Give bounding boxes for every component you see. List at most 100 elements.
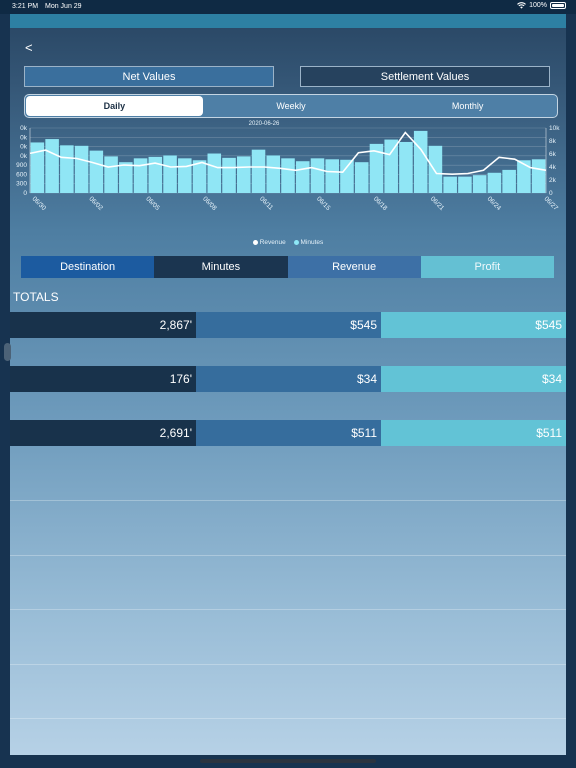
chart-bar — [487, 172, 502, 193]
tab-minutes[interactable]: Minutes — [154, 256, 288, 278]
chart-left-tick: 0k — [20, 153, 28, 160]
chart-bar — [119, 162, 133, 193]
totals-heading: TOTALS — [13, 290, 59, 304]
chart-bar — [443, 176, 457, 193]
list-divider — [10, 664, 566, 665]
legend-revenue: Revenue — [252, 239, 286, 246]
column-tabs: Destination Minutes Revenue Profit — [21, 256, 554, 278]
chart-left-tick: 0k — [20, 144, 28, 151]
chart-right-tick: 4k — [549, 164, 557, 171]
chart-bar — [89, 150, 104, 193]
tab-revenue[interactable]: Revenue — [287, 256, 421, 278]
list-divider — [10, 609, 566, 610]
chart-x-label: 06/08 — [201, 195, 218, 212]
chart-left-tick: 600 — [16, 171, 27, 178]
chart-bar — [266, 155, 281, 193]
list-divider — [10, 555, 566, 556]
period-selector: Daily Weekly Monthly — [24, 94, 558, 118]
chart-right-tick: 0 — [549, 190, 553, 197]
chart-bar — [163, 155, 177, 193]
chart-bar — [458, 176, 472, 193]
chart-left-tick: 0 — [23, 190, 27, 197]
chart-bar — [281, 158, 295, 193]
chart-x-label: 06/05 — [144, 195, 161, 212]
chart-bar — [104, 156, 118, 193]
status-time: 3:21 PM — [12, 3, 39, 10]
chart-x-label: 06/02 — [87, 195, 104, 212]
chart-bar — [207, 153, 222, 193]
status-right: 100% — [517, 2, 566, 9]
app-content: < Net Values Settlement Values Daily Wee… — [10, 28, 566, 755]
chart-bar — [502, 169, 516, 193]
status-date: Mon Jun 29 — [45, 3, 82, 10]
revenue-dot-icon — [252, 240, 258, 245]
net-values-button[interactable]: Net Values — [24, 66, 274, 87]
chart-bar — [251, 149, 266, 193]
row-revenue: $511 — [196, 420, 381, 446]
legend-minutes: Minutes — [293, 239, 323, 246]
row-minutes: 2,867' — [10, 312, 196, 338]
chart-bar — [60, 145, 74, 193]
row-profit: $34 — [381, 366, 566, 392]
chart-bar — [222, 157, 236, 193]
chart-left-tick: 0k — [20, 134, 28, 141]
chart-legend: Revenue Minutes — [10, 239, 566, 247]
chart-bar — [325, 159, 339, 193]
battery-percent: 100% — [529, 2, 547, 9]
back-button[interactable]: < — [25, 40, 33, 55]
row-minutes: 176' — [10, 366, 196, 392]
chart-bar — [428, 145, 443, 193]
chart-right-tick: 6k — [549, 151, 557, 158]
chart-bar — [45, 139, 59, 193]
chart-bar — [192, 160, 207, 193]
chart-bar — [354, 162, 369, 193]
table-row[interactable]: 176' $34 $34 — [10, 366, 566, 392]
chart-bar — [148, 156, 163, 193]
chart-bar — [399, 141, 413, 193]
tab-monthly[interactable]: Monthly — [379, 96, 556, 116]
chart-bar — [413, 130, 428, 193]
chart-left-tick: 0k — [20, 125, 28, 132]
chart-x-label: 06/15 — [315, 195, 332, 212]
chart-x-label: 06/18 — [372, 195, 389, 212]
chart-x-label: 06/24 — [486, 195, 503, 212]
chart-bar — [340, 159, 354, 193]
tab-profit[interactable]: Profit — [420, 256, 554, 278]
chart-bar — [531, 159, 546, 193]
chart-left-tick: 900 — [16, 162, 27, 169]
chart-right-tick: 2k — [549, 177, 557, 184]
tab-destination[interactable]: Destination — [21, 256, 155, 278]
chart-left-tick: 300 — [16, 181, 27, 188]
tab-weekly[interactable]: Weekly — [203, 96, 380, 116]
chart-x-label: 06/11 — [258, 195, 274, 211]
chart-x-label: 06/21 — [429, 195, 446, 212]
chart-bar — [133, 158, 148, 193]
chart-x-label: 06/30 — [31, 195, 48, 212]
settlement-values-button[interactable]: Settlement Values — [300, 66, 550, 87]
status-bar: 3:21 PM Mon Jun 29 100% — [0, 0, 576, 14]
chart-bar — [310, 158, 325, 193]
row-revenue: $34 — [196, 366, 381, 392]
chart-right-tick: 8k — [549, 138, 557, 145]
chart-selected-date: 2020-06-26 — [249, 121, 280, 127]
chart-right-tick: 10k — [549, 125, 560, 132]
wifi-icon — [517, 2, 526, 9]
row-revenue: $545 — [196, 312, 381, 338]
chart-bar — [472, 175, 487, 193]
tab-daily[interactable]: Daily — [26, 96, 203, 116]
list-divider — [10, 500, 566, 501]
chart-bar — [517, 160, 531, 193]
side-grabber-handle[interactable] — [4, 343, 11, 361]
accent-bar — [10, 14, 566, 28]
home-indicator[interactable] — [200, 759, 376, 763]
table-row[interactable]: 2,691' $511 $511 — [10, 420, 566, 446]
daily-chart: 2020-06-26 0 300 600 900 0k 0k 0k 0k 0 2k 4k 6k 8k 10k… — [16, 121, 560, 212]
chart-x-label: 06/27 — [543, 195, 560, 212]
minutes-dot-icon — [293, 240, 299, 245]
chart-bar — [74, 145, 89, 193]
chart-bar — [295, 161, 310, 193]
table-row[interactable]: 2,867' $545 $545 — [10, 312, 566, 338]
chart-bar — [237, 156, 251, 193]
battery-icon — [550, 2, 566, 9]
row-minutes: 2,691' — [10, 420, 196, 446]
